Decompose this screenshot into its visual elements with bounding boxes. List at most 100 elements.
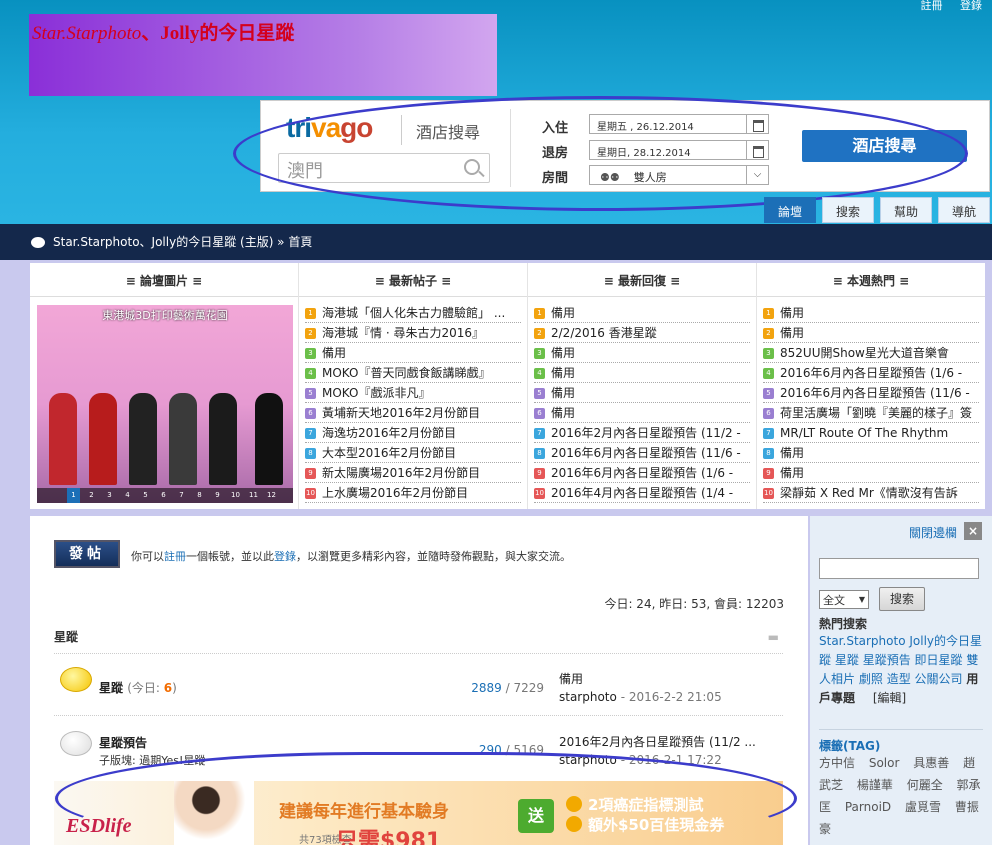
- list-item[interactable]: 1 海港城「個人化朱古力體驗館」 ...: [305, 303, 521, 323]
- list-item-title[interactable]: 海港城「個人化朱古力體驗館」 ...: [322, 306, 505, 320]
- tag-link[interactable]: 盧覓雪: [905, 800, 941, 814]
- breadcrumb-text[interactable]: Star.Starphoto、Jolly的今日星蹤 (主版) » 首頁: [53, 235, 312, 249]
- list-item[interactable]: 9 2016年6月內各日星蹤預告 (1/6 -: [534, 463, 750, 483]
- list-item[interactable]: 4 備用: [534, 363, 750, 383]
- list-item[interactable]: 10 梁靜茹 X Red Mr《情歌沒有告訴: [763, 483, 979, 503]
- slideshow-page-button[interactable]: 3: [103, 488, 116, 503]
- slideshow-image[interactable]: 東港城3D打印藝術萬花園 1 2 3 4 5 6 7 8 9 10 11 12: [37, 305, 293, 503]
- register-link[interactable]: 註冊: [164, 550, 186, 563]
- tag-link[interactable]: ParnoiD: [845, 800, 891, 814]
- edit-link[interactable]: [編輯]: [873, 691, 906, 705]
- list-item-title[interactable]: 備用: [551, 406, 575, 420]
- slideshow-page-button[interactable]: 11: [247, 488, 260, 503]
- hot-search-link[interactable]: 造型: [887, 672, 911, 686]
- search-scope-select[interactable]: 全文 ▼: [819, 590, 869, 609]
- list-item-title[interactable]: 備用: [780, 466, 804, 480]
- list-item-title[interactable]: 荷里活廣場「劉曉『美麗的樣子』簽: [780, 406, 972, 420]
- new-post-button[interactable]: 發帖: [54, 540, 120, 568]
- list-item-title[interactable]: 852UU開Show星光大道音樂會: [780, 346, 949, 360]
- list-item[interactable]: 6 黃埔新天地2016年2月份節目: [305, 403, 521, 423]
- list-item-title[interactable]: 新太陽廣場2016年2月份節目: [322, 466, 480, 480]
- list-item[interactable]: 6 荷里活廣場「劉曉『美麗的樣子』簽: [763, 403, 979, 423]
- tag-link[interactable]: Solor: [869, 756, 900, 770]
- slideshow-page-button[interactable]: 2: [85, 488, 98, 503]
- tab-search[interactable]: 搜索: [821, 197, 874, 223]
- slideshow-page-button[interactable]: 6: [157, 488, 170, 503]
- forum-name[interactable]: 星蹤 (今日: 6): [99, 679, 177, 696]
- forum-title[interactable]: 星蹤預告: [99, 736, 147, 750]
- slideshow-page-button[interactable]: 1: [67, 488, 80, 503]
- list-item-title[interactable]: MR/LT Route Of The Rhythm: [780, 426, 948, 440]
- tag-link[interactable]: 楊謹華: [857, 778, 893, 792]
- list-item-title[interactable]: MOKO『戲派非凡』: [322, 386, 430, 400]
- close-sidebar-link[interactable]: 關閉邊欄: [909, 524, 957, 541]
- list-item-title[interactable]: 備用: [780, 306, 804, 320]
- search-input[interactable]: [819, 558, 979, 579]
- list-item[interactable]: 10 2016年4月內各日星蹤預告 (1/4 -: [534, 483, 750, 503]
- register-link[interactable]: 註冊: [921, 0, 943, 12]
- list-item[interactable]: 3 備用: [305, 343, 521, 363]
- list-item[interactable]: 8 備用: [763, 443, 979, 463]
- list-item[interactable]: 4 MOKO『普天同戲食飯講睇戲』: [305, 363, 521, 383]
- list-item-title[interactable]: 海逸坊2016年2月份節目: [322, 426, 456, 440]
- last-post-title[interactable]: 備用: [559, 670, 722, 687]
- list-item-title[interactable]: 備用: [551, 346, 575, 360]
- last-post-title[interactable]: 2016年2月內各日星蹤預告 (11/2 ...: [559, 733, 756, 750]
- list-item[interactable]: 6 備用: [534, 403, 750, 423]
- list-item-title[interactable]: MOKO『普天同戲食飯講睇戲』: [322, 366, 490, 380]
- slideshow-page-button[interactable]: 8: [193, 488, 206, 503]
- hot-search-link[interactable]: 公關公司: [915, 672, 963, 686]
- slideshow-page-button[interactable]: 9: [211, 488, 224, 503]
- list-item-title[interactable]: 2016年6月內各日星蹤預告 (11/6 -: [780, 386, 970, 400]
- search-button[interactable]: 搜索: [879, 587, 925, 611]
- tab-forum[interactable]: 論壇: [763, 197, 816, 223]
- list-item-title[interactable]: 黃埔新天地2016年2月份節目: [322, 406, 480, 420]
- list-item-title[interactable]: 大本型2016年2月份節目: [322, 446, 456, 460]
- list-item[interactable]: 5 2016年6月內各日星蹤預告 (11/6 -: [763, 383, 979, 403]
- hot-search-link[interactable]: 劇照: [859, 672, 883, 686]
- close-icon[interactable]: ×: [964, 522, 982, 540]
- list-item[interactable]: 1 備用: [534, 303, 750, 323]
- site-logo[interactable]: Star.Starphoto、Jolly的今日星蹤: [29, 14, 497, 96]
- list-item[interactable]: 1 備用: [763, 303, 979, 323]
- list-item-title[interactable]: 備用: [551, 386, 575, 400]
- list-item-title[interactable]: 備用: [780, 326, 804, 340]
- tag-title[interactable]: 標籤(TAG): [819, 729, 983, 754]
- tag-link[interactable]: 何麗全: [907, 778, 943, 792]
- tag-link[interactable]: 曹振豪: [819, 800, 979, 836]
- last-post-author[interactable]: starphoto: [559, 690, 617, 704]
- list-item-title[interactable]: 上水廣場2016年2月份節目: [322, 486, 468, 500]
- collapse-icon[interactable]: ▬: [768, 622, 779, 652]
- list-item[interactable]: 5 備用: [534, 383, 750, 403]
- tag-link[interactable]: 具惠善: [913, 756, 949, 770]
- tab-navigation[interactable]: 導航: [937, 197, 990, 223]
- list-item-title[interactable]: 2016年2月內各日星蹤預告 (11/2 -: [551, 426, 741, 440]
- hot-search-link[interactable]: 星蹤預告: [863, 653, 911, 667]
- list-item-title[interactable]: 海港城『情 · 尋朱古力2016』: [322, 326, 484, 340]
- hot-search-link[interactable]: 即日星蹤: [915, 653, 963, 667]
- list-item-title[interactable]: 2/2/2016 香港星蹤: [551, 326, 657, 340]
- slideshow-page-button[interactable]: 7: [175, 488, 188, 503]
- list-item-title[interactable]: 備用: [551, 306, 575, 320]
- list-item-title[interactable]: 2016年6月內各日星蹤預告 (11/6 -: [551, 446, 741, 460]
- tab-help[interactable]: 幫助: [879, 197, 932, 223]
- forum-title[interactable]: 星蹤: [99, 681, 123, 695]
- list-item[interactable]: 9 新太陽廣場2016年2月份節目: [305, 463, 521, 483]
- list-item-title[interactable]: 2016年6月內各日星蹤預告 (1/6 -: [551, 466, 733, 480]
- login-link[interactable]: 登錄: [274, 550, 296, 563]
- list-item[interactable]: 8 大本型2016年2月份節目: [305, 443, 521, 463]
- list-item[interactable]: 2 2/2/2016 香港星蹤: [534, 323, 750, 343]
- list-item[interactable]: 2 備用: [763, 323, 979, 343]
- list-item-title[interactable]: 2016年6月內各日星蹤預告 (1/6 -: [780, 366, 962, 380]
- slideshow-page-button[interactable]: 4: [121, 488, 134, 503]
- slideshow-page-button[interactable]: 12: [265, 488, 278, 503]
- list-item-title[interactable]: 備用: [780, 446, 804, 460]
- list-item-title[interactable]: 2016年4月內各日星蹤預告 (1/4 -: [551, 486, 733, 500]
- forum-name[interactable]: 星蹤預告: [99, 734, 147, 751]
- list-item[interactable]: 7 海逸坊2016年2月份節目: [305, 423, 521, 443]
- list-item-title[interactable]: 備用: [322, 346, 346, 360]
- slideshow-page-button[interactable]: 10: [229, 488, 242, 503]
- slideshow-page-button[interactable]: 5: [139, 488, 152, 503]
- tag-link[interactable]: 方中信: [819, 756, 855, 770]
- list-item[interactable]: 8 2016年6月內各日星蹤預告 (11/6 -: [534, 443, 750, 463]
